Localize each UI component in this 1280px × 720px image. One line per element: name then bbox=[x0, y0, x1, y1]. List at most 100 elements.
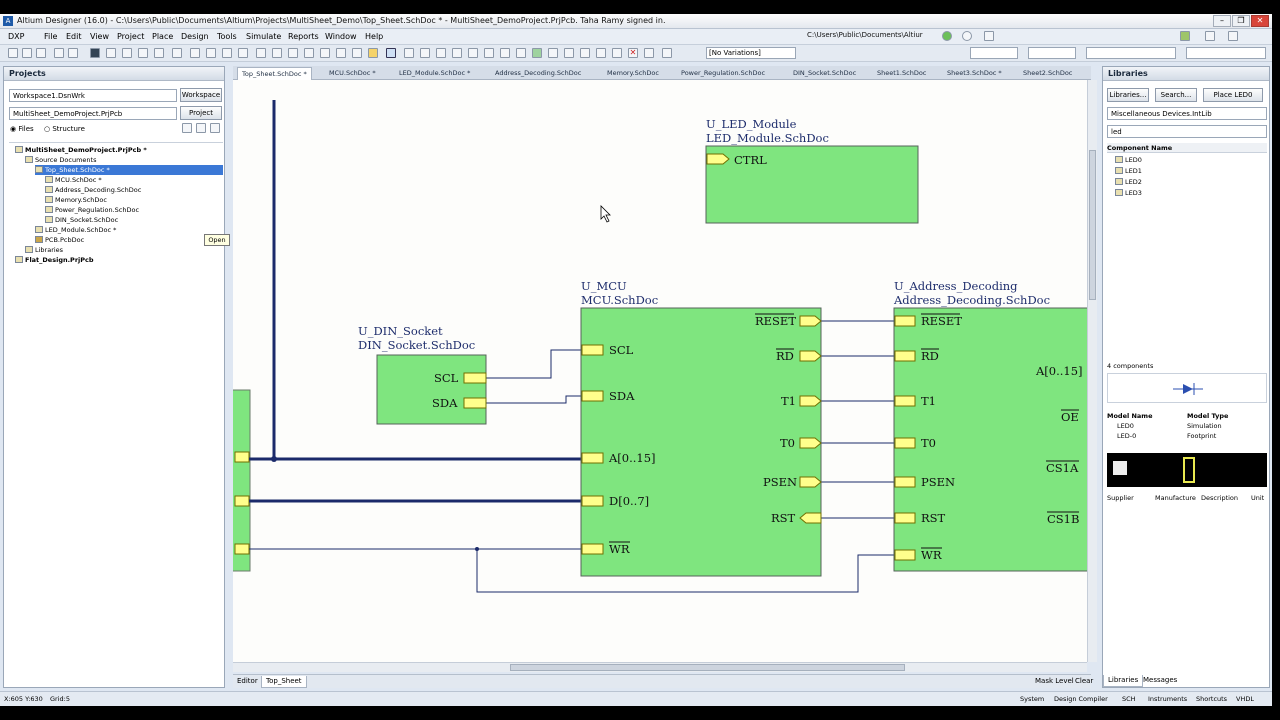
ad-reset-entry[interactable] bbox=[894, 315, 916, 327]
tree-item-mcu[interactable]: MCU.SchDoc * bbox=[45, 175, 102, 185]
model-name-header[interactable]: Model Name bbox=[1107, 411, 1153, 421]
ad-rst-entry[interactable] bbox=[894, 512, 916, 524]
deselect-icon[interactable] bbox=[288, 48, 298, 58]
toolbar-field-3[interactable] bbox=[1086, 47, 1176, 59]
wire-icon[interactable] bbox=[386, 48, 396, 58]
tree-item-din-socket[interactable]: DIN_Socket.SchDoc bbox=[45, 215, 118, 225]
no-erc-icon[interactable] bbox=[612, 48, 622, 58]
menu-design[interactable]: Design bbox=[181, 32, 209, 41]
harness-entry-icon[interactable] bbox=[596, 48, 606, 58]
menu-window[interactable]: Window bbox=[325, 32, 357, 41]
panel-menu-icon[interactable] bbox=[210, 123, 220, 133]
zoom-selected-icon[interactable] bbox=[138, 48, 148, 58]
new-icon[interactable] bbox=[8, 48, 18, 58]
home-icon[interactable] bbox=[984, 31, 994, 41]
gnd-port-icon[interactable] bbox=[452, 48, 462, 58]
canvas-horizontal-scrollbar[interactable] bbox=[233, 662, 1087, 672]
model-led-0-name[interactable]: LED-0 bbox=[1117, 431, 1136, 441]
net-label-icon[interactable] bbox=[436, 48, 446, 58]
copy-icon[interactable] bbox=[206, 48, 216, 58]
scl-wire[interactable] bbox=[486, 349, 581, 379]
tab-messages[interactable]: Messages bbox=[1139, 675, 1181, 687]
drawing-tools-icon[interactable] bbox=[662, 48, 672, 58]
mcu-scl-entry[interactable] bbox=[581, 344, 604, 356]
status-sch[interactable]: SCH bbox=[1122, 695, 1136, 703]
status-system[interactable]: System bbox=[1020, 695, 1044, 703]
menu-dxp[interactable]: DXP bbox=[8, 32, 24, 41]
path-field[interactable]: C:\Users\Public\Documents\Altiur bbox=[807, 31, 937, 43]
select-area-icon[interactable] bbox=[256, 48, 266, 58]
menu-place[interactable]: Place bbox=[152, 32, 173, 41]
partial-sheet-entry-3[interactable] bbox=[234, 543, 250, 555]
check-icon[interactable] bbox=[1180, 31, 1190, 41]
libraries-button[interactable]: Libraries... bbox=[1107, 88, 1149, 102]
tab-power-regulation[interactable]: Power_Regulation.SchDoc bbox=[677, 67, 769, 80]
component-led2[interactable]: LED2 bbox=[1115, 177, 1142, 187]
bus-entry-icon[interactable] bbox=[420, 48, 430, 58]
up-down-hierarchy-icon[interactable] bbox=[352, 48, 362, 58]
project-button[interactable]: Project bbox=[180, 106, 222, 120]
search-icon[interactable] bbox=[172, 48, 182, 58]
tab-top-sheet-bottom[interactable]: Top_Sheet bbox=[261, 676, 307, 688]
toolbar-field-2[interactable] bbox=[1028, 47, 1076, 59]
redo-icon[interactable] bbox=[336, 48, 346, 58]
move-icon[interactable] bbox=[272, 48, 282, 58]
tab-din-socket[interactable]: DIN_Socket.SchDoc bbox=[789, 67, 860, 80]
save-icon[interactable] bbox=[36, 48, 46, 58]
tab-sheet3[interactable]: Sheet3.SchDoc * bbox=[943, 67, 1006, 80]
tab-sheet1[interactable]: Sheet1.SchDoc bbox=[873, 67, 930, 80]
tree-item-power-regulation[interactable]: Power_Regulation.SchDoc bbox=[45, 205, 139, 215]
model-led0-name[interactable]: LED0 bbox=[1117, 421, 1134, 431]
paste-icon[interactable] bbox=[222, 48, 232, 58]
print-icon[interactable] bbox=[54, 48, 64, 58]
status-design-compiler[interactable]: Design Compiler bbox=[1054, 695, 1108, 703]
ad-wr-entry[interactable] bbox=[894, 549, 916, 561]
component-filter-input[interactable]: led bbox=[1107, 125, 1267, 138]
arrow-down-icon[interactable] bbox=[1228, 31, 1238, 41]
component-name-header[interactable]: Component Name bbox=[1107, 143, 1267, 153]
tree-item-address-decoding[interactable]: Address_Decoding.SchDoc bbox=[45, 185, 141, 195]
refresh-icon[interactable] bbox=[182, 123, 192, 133]
schematic-canvas[interactable]: U_LED_Module LED_Module.SchDoc CTRL U_DI… bbox=[233, 80, 1087, 662]
tab-address-decoding[interactable]: Address_Decoding.SchDoc bbox=[491, 67, 585, 80]
pencil-icon[interactable] bbox=[368, 48, 378, 58]
mcu-sda-entry[interactable] bbox=[581, 390, 604, 402]
back-icon[interactable] bbox=[942, 31, 952, 41]
ad-t1-entry[interactable] bbox=[894, 395, 916, 407]
vcc-port-icon[interactable] bbox=[468, 48, 478, 58]
tab-mcu[interactable]: MCU.SchDoc * bbox=[325, 67, 380, 80]
workspace-select[interactable]: Workspace1.DsnWrk bbox=[9, 89, 177, 102]
sheet-entry-icon[interactable] bbox=[516, 48, 526, 58]
status-instruments[interactable]: Instruments bbox=[1148, 695, 1187, 703]
folder-settings-icon[interactable] bbox=[196, 123, 206, 133]
toolbar-field-1[interactable] bbox=[970, 47, 1018, 59]
sheet-symbol-icon[interactable] bbox=[500, 48, 510, 58]
menu-project[interactable]: Project bbox=[117, 32, 144, 41]
harness-icon[interactable] bbox=[564, 48, 574, 58]
forward-icon[interactable] bbox=[962, 31, 972, 41]
component-led0[interactable]: LED0 bbox=[1115, 155, 1142, 165]
mcu-data-entry[interactable] bbox=[581, 495, 604, 507]
place-led0-button[interactable]: Place LED0 bbox=[1203, 88, 1263, 102]
menu-edit[interactable]: Edit bbox=[66, 32, 82, 41]
status-shortcuts[interactable]: Shortcuts bbox=[1196, 695, 1227, 703]
layout-icon[interactable] bbox=[1205, 31, 1215, 41]
vertical-scroll-thumb[interactable] bbox=[1089, 150, 1096, 300]
device-sheet-icon[interactable] bbox=[532, 48, 542, 58]
menu-simulate[interactable]: Simulate bbox=[246, 32, 281, 41]
structure-radio[interactable]: ○ Structure bbox=[44, 125, 85, 133]
undo-icon[interactable] bbox=[320, 48, 330, 58]
tree-item-memory[interactable]: Memory.SchDoc bbox=[45, 195, 107, 205]
close-icon[interactable]: ✕ bbox=[1251, 15, 1269, 27]
mcu-address-entry[interactable] bbox=[581, 452, 604, 464]
zoom-area-icon[interactable] bbox=[122, 48, 132, 58]
workspace-button[interactable]: Workspace bbox=[180, 88, 222, 102]
status-vhdl[interactable]: VHDL bbox=[1236, 695, 1254, 703]
clear-button[interactable]: Clear bbox=[1071, 676, 1097, 688]
tab-editor[interactable]: Editor bbox=[233, 676, 262, 688]
x-icon[interactable]: ✕ bbox=[628, 48, 638, 58]
footprint-3d-icon[interactable] bbox=[1113, 461, 1127, 475]
board-icon[interactable] bbox=[90, 48, 100, 58]
partial-sheet-entry-2[interactable] bbox=[234, 495, 250, 507]
component-led1[interactable]: LED1 bbox=[1115, 166, 1142, 176]
